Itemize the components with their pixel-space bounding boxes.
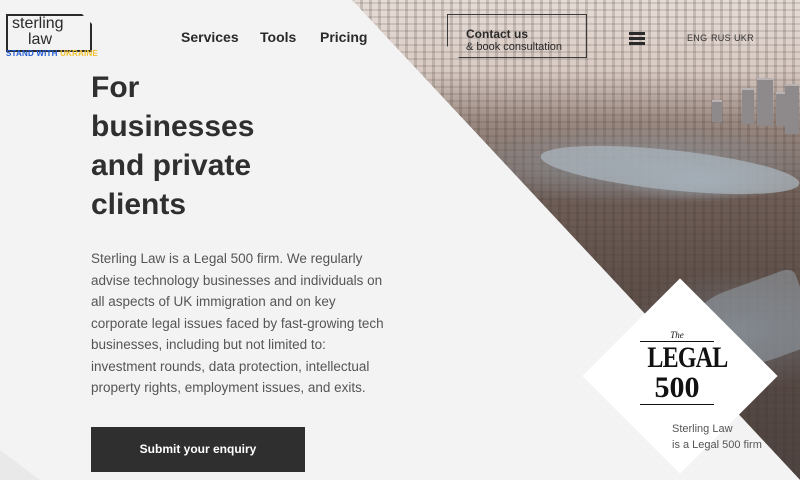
- nav-pricing[interactable]: Pricing: [320, 29, 367, 45]
- tower-shape: [757, 78, 773, 126]
- legal500-logo[interactable]: The LEGAL 500: [640, 330, 728, 406]
- lang-rus[interactable]: RUS: [711, 33, 731, 43]
- tower-shape: [742, 88, 754, 124]
- logo-text-sterling: sterling: [12, 15, 64, 32]
- tower-shape: [785, 84, 799, 134]
- legal500-legal: LEGAL: [647, 341, 728, 374]
- hero-headline: For businesses and private clients: [91, 68, 351, 224]
- lang-eng[interactable]: ENG: [687, 33, 707, 43]
- ukraine-text: UKRAINE: [60, 49, 98, 58]
- contact-button[interactable]: Contact us & book consultation: [447, 14, 587, 58]
- headline-line: businesses: [91, 110, 255, 143]
- hero-description: Sterling Law is a Legal 500 firm. We reg…: [91, 251, 384, 395]
- stand-with-text: STAND WITH: [6, 49, 58, 58]
- legal500-caption: Sterling Law is a Legal 500 firm: [672, 421, 762, 453]
- legal500-caption-line2: is a Legal 500 firm: [672, 439, 762, 451]
- lang-ukr[interactable]: UKR: [734, 33, 754, 43]
- nav-services[interactable]: Services: [181, 29, 239, 45]
- tower-shape: [712, 100, 722, 122]
- divider: [640, 404, 714, 405]
- headline-line: For: [91, 71, 140, 104]
- legal500-caption-line1: Sterling Law: [672, 423, 733, 435]
- legal500-number: 500: [654, 371, 700, 404]
- headline-line: and private: [91, 149, 252, 182]
- river-shape: [538, 136, 800, 204]
- submit-enquiry-button[interactable]: Submit your enquiry: [91, 427, 305, 472]
- nav-tools[interactable]: Tools: [260, 29, 296, 45]
- stand-with-ukraine-badge[interactable]: STAND WITH UKRAINE: [6, 49, 98, 58]
- menu-icon[interactable]: [629, 32, 645, 45]
- contact-button-subtitle: & book consultation: [466, 40, 563, 53]
- contact-button-title: Contact us: [466, 26, 529, 41]
- legal500-the: The: [670, 330, 684, 340]
- headline-line: clients: [91, 188, 187, 221]
- logo-text-law: law: [28, 31, 53, 48]
